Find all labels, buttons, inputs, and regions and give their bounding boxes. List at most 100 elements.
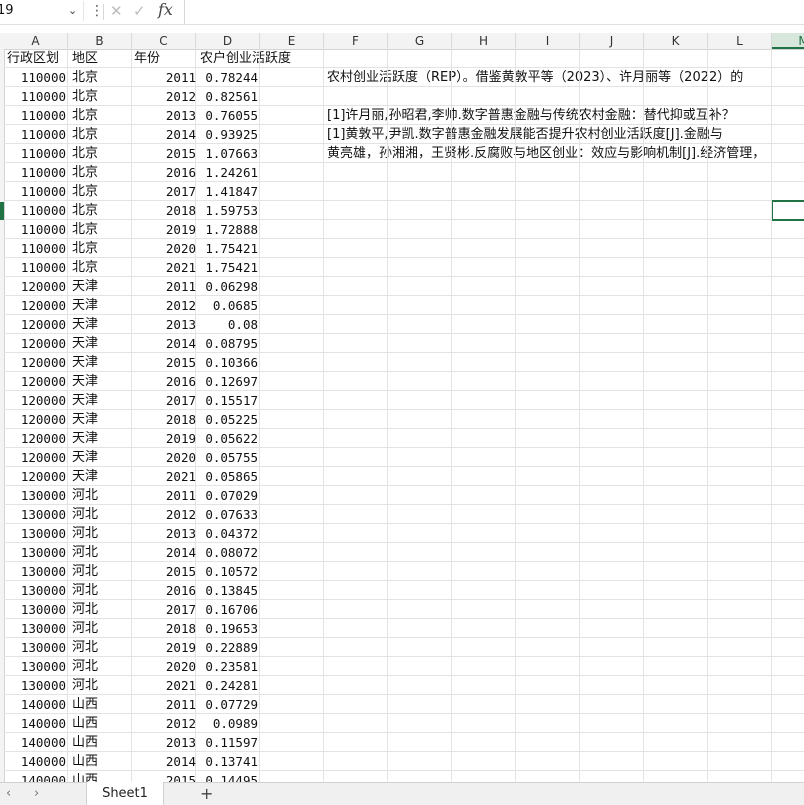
column-header-g[interactable]: G: [388, 33, 452, 49]
header-cell-b[interactable]: 地区: [72, 49, 98, 68]
cell-year[interactable]: 2016: [136, 581, 196, 600]
cell-code[interactable]: 120000: [4, 334, 66, 353]
cell-region[interactable]: 河北: [72, 581, 132, 600]
cell-year[interactable]: 2018: [136, 410, 196, 429]
cell-code[interactable]: 130000: [4, 676, 66, 695]
cell-code[interactable]: 140000: [4, 771, 66, 782]
cell-code[interactable]: 140000: [4, 752, 66, 771]
column-header-b[interactable]: B: [68, 33, 132, 49]
cell-code[interactable]: 120000: [4, 372, 66, 391]
cell-code[interactable]: 110000: [4, 239, 66, 258]
cell-region[interactable]: 河北: [72, 600, 132, 619]
confirm-icon[interactable]: ✓: [133, 0, 146, 22]
cell-code[interactable]: 130000: [4, 543, 66, 562]
cell-region[interactable]: 天津: [72, 429, 132, 448]
cell-year[interactable]: 2018: [136, 619, 196, 638]
cell-rep-value[interactable]: 0.15517: [200, 391, 258, 410]
cell-code[interactable]: 130000: [4, 562, 66, 581]
cell-rep-value[interactable]: 0.22889: [200, 638, 258, 657]
cell-rep-value[interactable]: 0.14495: [200, 771, 258, 782]
column-header-e[interactable]: E: [260, 33, 324, 49]
cell-region[interactable]: 山西: [72, 695, 132, 714]
cell-year[interactable]: 2013: [136, 733, 196, 752]
column-header-a[interactable]: A: [4, 33, 68, 49]
cell-rep-value[interactable]: 0.16706: [200, 600, 258, 619]
cell-region[interactable]: 山西: [72, 733, 132, 752]
column-header-h[interactable]: H: [452, 33, 516, 49]
cell-region[interactable]: 山西: [72, 752, 132, 771]
cell-year[interactable]: 2015: [136, 144, 196, 163]
header-cell-d[interactable]: 农户创业活跃度: [200, 49, 291, 68]
cell-code[interactable]: 120000: [4, 410, 66, 429]
cell-rep-value[interactable]: 0.78244: [200, 68, 258, 87]
cell-code[interactable]: 120000: [4, 277, 66, 296]
cell-year[interactable]: 2011: [136, 68, 196, 87]
name-box[interactable]: 19 ⌄: [0, 1, 84, 21]
cell-region[interactable]: 山西: [72, 714, 132, 733]
cell-code[interactable]: 110000: [4, 106, 66, 125]
cell-region[interactable]: 天津: [72, 372, 132, 391]
cell-year[interactable]: 2015: [136, 562, 196, 581]
cell-year[interactable]: 2011: [136, 695, 196, 714]
cell-code[interactable]: 130000: [4, 505, 66, 524]
cell-year[interactable]: 2014: [136, 752, 196, 771]
column-header-f[interactable]: F: [324, 33, 388, 49]
cell-rep-value[interactable]: 1.75421: [200, 239, 258, 258]
note-cell-f2[interactable]: 农村创业活跃度（REP）。借鉴黄敦平等（2023）、许月丽等（2022）的: [327, 68, 743, 87]
cell-rep-value[interactable]: 1.75421: [200, 258, 258, 277]
cell-region[interactable]: 山西: [72, 771, 132, 782]
cell-rep-value[interactable]: 0.23581: [200, 657, 258, 676]
cell-rep-value[interactable]: 0.06298: [200, 277, 258, 296]
cell-rep-value[interactable]: 0.10366: [200, 353, 258, 372]
cell-year[interactable]: 2012: [136, 505, 196, 524]
cell-code[interactable]: 140000: [4, 733, 66, 752]
spreadsheet-grid[interactable]: 行政区划 地区 年份 农户创业活跃度 农村创业活跃度（REP）。借鉴黄敦平等（2…: [4, 49, 804, 782]
cell-region[interactable]: 北京: [72, 87, 132, 106]
cell-code[interactable]: 110000: [4, 68, 66, 87]
cell-year[interactable]: 2013: [136, 315, 196, 334]
cell-year[interactable]: 2015: [136, 353, 196, 372]
cell-rep-value[interactable]: 0.05865: [200, 467, 258, 486]
cell-year[interactable]: 2016: [136, 372, 196, 391]
cell-rep-value[interactable]: 0.04372: [200, 524, 258, 543]
column-header-m[interactable]: M: [772, 33, 804, 49]
formula-input[interactable]: [186, 0, 804, 24]
cell-year[interactable]: 2020: [136, 657, 196, 676]
cell-rep-value[interactable]: 1.07663: [200, 144, 258, 163]
cell-rep-value[interactable]: 0.82561: [200, 87, 258, 106]
cell-year[interactable]: 2016: [136, 163, 196, 182]
cell-rep-value[interactable]: 0.05225: [200, 410, 258, 429]
cancel-icon[interactable]: ✕: [110, 0, 123, 22]
cell-code[interactable]: 110000: [4, 87, 66, 106]
column-header-c[interactable]: C: [132, 33, 196, 49]
cell-year[interactable]: 2021: [136, 676, 196, 695]
cell-year[interactable]: 2019: [136, 220, 196, 239]
cell-code[interactable]: 110000: [4, 201, 66, 220]
cell-code[interactable]: 130000: [4, 638, 66, 657]
cell-year[interactable]: 2011: [136, 277, 196, 296]
cell-rep-value[interactable]: 0.07029: [200, 486, 258, 505]
cell-region[interactable]: 北京: [72, 68, 132, 87]
insert-function-icon[interactable]: fx: [158, 0, 173, 20]
header-cell-c[interactable]: 年份: [134, 49, 160, 68]
cell-region[interactable]: 河北: [72, 619, 132, 638]
cell-year[interactable]: 2020: [136, 239, 196, 258]
cell-region[interactable]: 天津: [72, 296, 132, 315]
cell-rep-value[interactable]: 0.07633: [200, 505, 258, 524]
header-cell-a[interactable]: 行政区划: [7, 49, 59, 68]
cell-year[interactable]: 2018: [136, 201, 196, 220]
cell-year[interactable]: 2012: [136, 714, 196, 733]
add-sheet-icon[interactable]: +: [200, 783, 213, 805]
cell-code[interactable]: 130000: [4, 486, 66, 505]
cell-rep-value[interactable]: 0.13845: [200, 581, 258, 600]
cell-rep-value[interactable]: 0.11597: [200, 733, 258, 752]
cell-rep-value[interactable]: 0.08072: [200, 543, 258, 562]
cell-code[interactable]: 130000: [4, 657, 66, 676]
cell-year[interactable]: 2014: [136, 543, 196, 562]
cell-region[interactable]: 天津: [72, 467, 132, 486]
cell-rep-value[interactable]: 0.24281: [200, 676, 258, 695]
cell-year[interactable]: 2017: [136, 182, 196, 201]
cell-year[interactable]: 2021: [136, 258, 196, 277]
cell-code[interactable]: 120000: [4, 448, 66, 467]
cell-region[interactable]: 天津: [72, 353, 132, 372]
